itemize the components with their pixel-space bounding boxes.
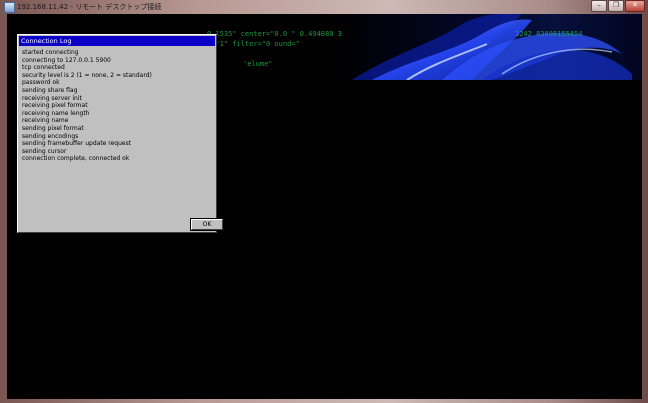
window-title: 192.168.11.42 - リモート デスクトップ接続 xyxy=(17,3,162,11)
wallpaper-code-line: 'elume" xyxy=(243,60,273,68)
connection-log-list: started connecting connecting to 127.0.0… xyxy=(22,49,152,163)
log-line: tcp connected xyxy=(22,64,65,72)
remote-screen[interactable]: 0 1535" center="0.0 " 0.494080 3 e="1" f… xyxy=(7,14,642,399)
remote-desktop-app-icon[interactable] xyxy=(4,2,15,13)
log-line: sending encodings xyxy=(22,132,79,140)
log-line: sending share flag xyxy=(22,86,78,94)
restore-button[interactable]: ❐ xyxy=(608,0,624,12)
log-line: security level is 2 (1 = none, 2 = stand… xyxy=(22,71,152,79)
log-line: receiving name length xyxy=(22,109,90,117)
wallpaper-code-line: e="1" filter="0 ound=" xyxy=(207,40,300,48)
log-line: sending framebuffer update request xyxy=(22,140,132,148)
close-button[interactable]: ✕ xyxy=(625,0,645,12)
log-line: receiving pixel format xyxy=(22,102,88,110)
log-line: connection complete, connected ok xyxy=(22,155,130,163)
log-line: sending cursor xyxy=(22,147,67,155)
log-line: receiving server init xyxy=(22,94,82,102)
dialog-title[interactable]: Connection Log xyxy=(19,36,215,46)
log-line: connecting to 127.0.0.1 5900 xyxy=(22,56,111,64)
caption-buttons: – ❐ ✕ xyxy=(591,0,645,12)
connection-log-dialog: Connection Log started connecting connec… xyxy=(17,34,224,233)
remote-desktop-window: 192.168.11.42 - リモート デスクトップ接続 – ❐ ✕ 0 15… xyxy=(0,0,648,403)
minimize-button[interactable]: – xyxy=(591,0,607,12)
window-titlebar[interactable]: 192.168.11.42 - リモート デスクトップ接続 – ❐ ✕ xyxy=(0,0,648,14)
log-line: password ok xyxy=(22,79,60,87)
log-line: started connecting xyxy=(22,49,79,56)
wallpaper-code-line: 0 1535" center="0.0 " 0.494080 3 xyxy=(207,30,342,38)
ok-button[interactable]: OK xyxy=(190,218,224,231)
log-line: receiving name xyxy=(22,117,69,125)
log-line: sending pixel format xyxy=(22,124,84,132)
wallpaper-code-line: 1242 83698155454 xyxy=(515,30,583,38)
